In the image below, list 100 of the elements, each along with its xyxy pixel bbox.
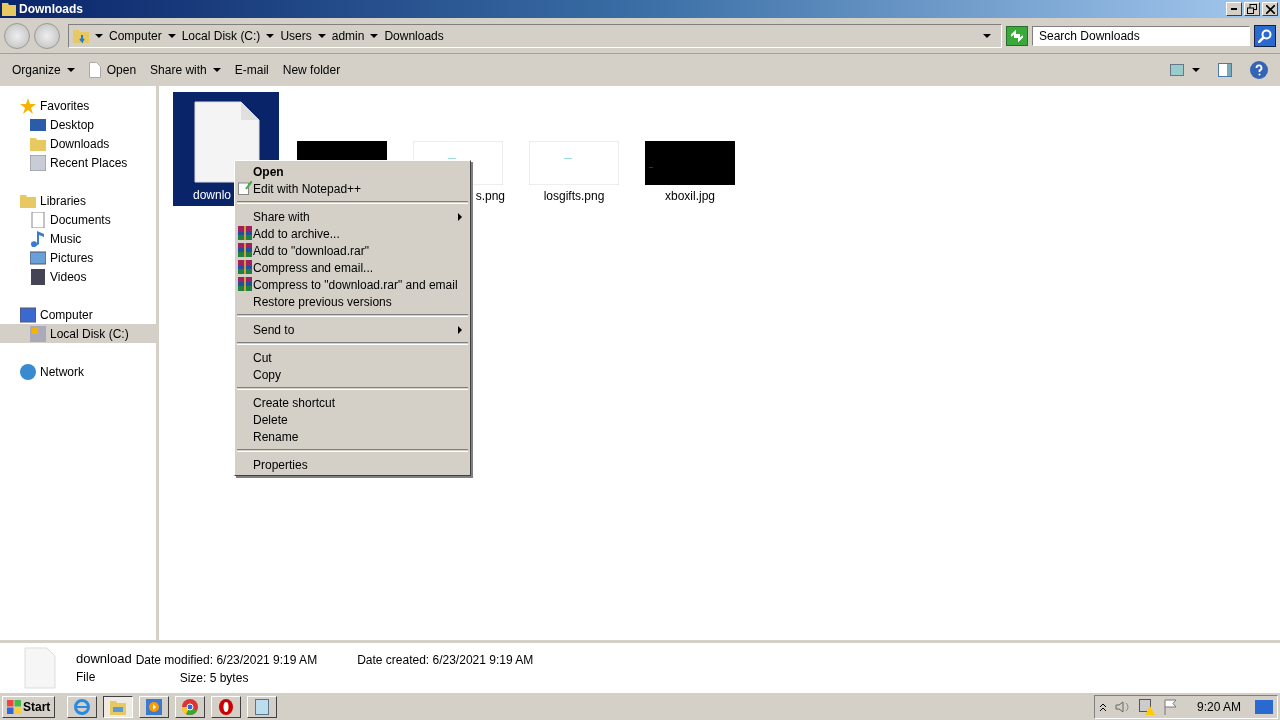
breadcrumb[interactable]: Users	[280, 28, 312, 43]
archive-icon	[238, 226, 252, 240]
picture-icon	[30, 249, 46, 266]
search-button[interactable]	[1254, 24, 1276, 47]
menu-item[interactable]: Restore previous versions	[235, 293, 470, 310]
chevron-up-icon[interactable]	[1098, 701, 1107, 712]
field-label: Size:	[179, 670, 207, 685]
nav-item[interactable]: Documents	[0, 210, 156, 229]
close-button[interactable]	[1262, 2, 1278, 16]
browser-icon	[74, 698, 91, 715]
menu-item[interactable]: Create shortcut	[235, 394, 470, 411]
archive-icon	[238, 277, 252, 291]
caret-icon[interactable]	[95, 33, 103, 38]
refresh-icon	[1011, 29, 1023, 42]
nav-item[interactable]: Network	[0, 362, 156, 381]
caret-icon[interactable]	[167, 33, 176, 38]
caret-icon[interactable]	[317, 33, 326, 38]
refresh-button[interactable]	[1006, 25, 1028, 46]
preview-pane-button[interactable]	[1218, 63, 1232, 77]
field-value: 5 bytes	[209, 670, 249, 685]
field-value: 6/23/2021 9:19 AM	[216, 652, 318, 667]
network-warning-icon[interactable]	[1138, 698, 1155, 715]
nav-item[interactable]: Recent Places	[0, 153, 156, 172]
pane-icon	[1218, 63, 1232, 77]
toolbar-button[interactable]: Organize	[12, 63, 75, 77]
restore-button[interactable]	[1244, 2, 1260, 16]
breadcrumb[interactable]: Computer	[109, 28, 162, 43]
breadcrumb[interactable]: Local Disk (C:)	[181, 28, 261, 43]
menu-item[interactable]: Delete	[235, 411, 470, 428]
flag-icon[interactable]	[1162, 698, 1179, 715]
menu-item[interactable]: Add to archive...	[235, 225, 470, 242]
nav-item[interactable]: Music	[0, 229, 156, 248]
restore-icon	[1247, 4, 1257, 14]
field-label: Date modified:	[135, 652, 214, 667]
disk-drive-icon	[30, 325, 46, 342]
archive-icon	[238, 260, 252, 274]
toolbar-button[interactable]: Share with	[150, 63, 221, 77]
file-name: download	[76, 651, 132, 666]
folder-icon	[2, 1, 16, 17]
toolbar-button[interactable]: New folder	[282, 63, 341, 77]
search-icon	[1258, 28, 1272, 43]
menu-item[interactable]: Add to "download.rar"	[235, 242, 470, 259]
breadcrumb[interactable]: admin	[331, 28, 365, 43]
nav-item[interactable]: Desktop	[0, 115, 156, 134]
music-note-icon	[30, 230, 46, 247]
document-icon	[88, 62, 101, 78]
notepad-icon	[238, 181, 252, 195]
field-value: 6/23/2021 9:19 AM	[432, 652, 534, 667]
show-desktop-button[interactable]	[1255, 699, 1273, 714]
view-button[interactable]	[1170, 64, 1184, 76]
notepad-icon	[254, 698, 271, 715]
menu-item[interactable]: Rename	[235, 428, 470, 445]
menu-item[interactable]: Share with	[235, 208, 470, 225]
help-button[interactable]	[1250, 61, 1268, 79]
start-button[interactable]: Start	[2, 695, 56, 718]
caret-icon[interactable]	[266, 33, 275, 38]
star-icon	[20, 97, 36, 114]
nav-item[interactable]: Downloads	[0, 134, 156, 153]
taskbar-button[interactable]	[103, 695, 134, 718]
file-name[interactable]: losgifts.png	[543, 189, 605, 203]
archive-icon	[238, 243, 252, 257]
folder-icon	[110, 698, 127, 715]
nav-item[interactable]: Videos	[0, 267, 156, 286]
nav-item[interactable]: Local Disk (C:)	[0, 324, 156, 343]
field-label: Date created:	[357, 652, 430, 667]
submenu-arrow-icon	[457, 326, 462, 334]
breadcrumb[interactable]: Downloads	[384, 28, 444, 43]
folder-icon	[73, 27, 89, 44]
menu-item[interactable]: Compress and email...	[235, 259, 470, 276]
caret-icon[interactable]	[370, 33, 379, 38]
minimize-button[interactable]	[1226, 2, 1242, 16]
toolbar-button[interactable]: Open	[88, 62, 137, 78]
toolbar-button[interactable]: E-mail	[234, 63, 269, 77]
file-type: File	[76, 670, 97, 684]
submenu-arrow-icon	[457, 213, 462, 221]
chrome-icon	[182, 698, 199, 715]
folder-icon	[20, 192, 36, 209]
address-bar[interactable]: Computer Local Disk (C:) Users admin Downloads	[68, 23, 1002, 48]
menu-item[interactable]: Compress to "download.rar" and email	[235, 276, 470, 293]
file-name[interactable]: xboxil.jpg	[665, 189, 715, 203]
menu-item[interactable]: Properties	[235, 456, 470, 473]
menu-item[interactable]: Copy	[235, 366, 470, 383]
caret-icon[interactable]	[1192, 68, 1200, 72]
minimize-icon	[1231, 8, 1237, 10]
caret-icon[interactable]	[983, 33, 991, 38]
desktop-icon	[30, 116, 46, 133]
close-icon	[1265, 4, 1275, 14]
menu-item[interactable]: Send to	[235, 321, 470, 338]
menu-item[interactable]: Cut	[235, 349, 470, 366]
clock[interactable]: 9:20 AM	[1196, 699, 1241, 714]
windows-flag-icon	[7, 699, 21, 714]
nav-item[interactable]: Favorites	[0, 96, 156, 115]
search-field[interactable]: Search Downloads	[1032, 25, 1250, 46]
nav-item[interactable]: Libraries	[0, 191, 156, 210]
nav-item[interactable]: Pictures	[0, 248, 156, 267]
window-title: Downloads	[19, 2, 84, 16]
computer-icon	[20, 306, 36, 323]
help-icon	[1250, 61, 1268, 79]
nav-item[interactable]: Computer	[0, 305, 156, 324]
file-name[interactable]: s.png	[475, 189, 505, 203]
